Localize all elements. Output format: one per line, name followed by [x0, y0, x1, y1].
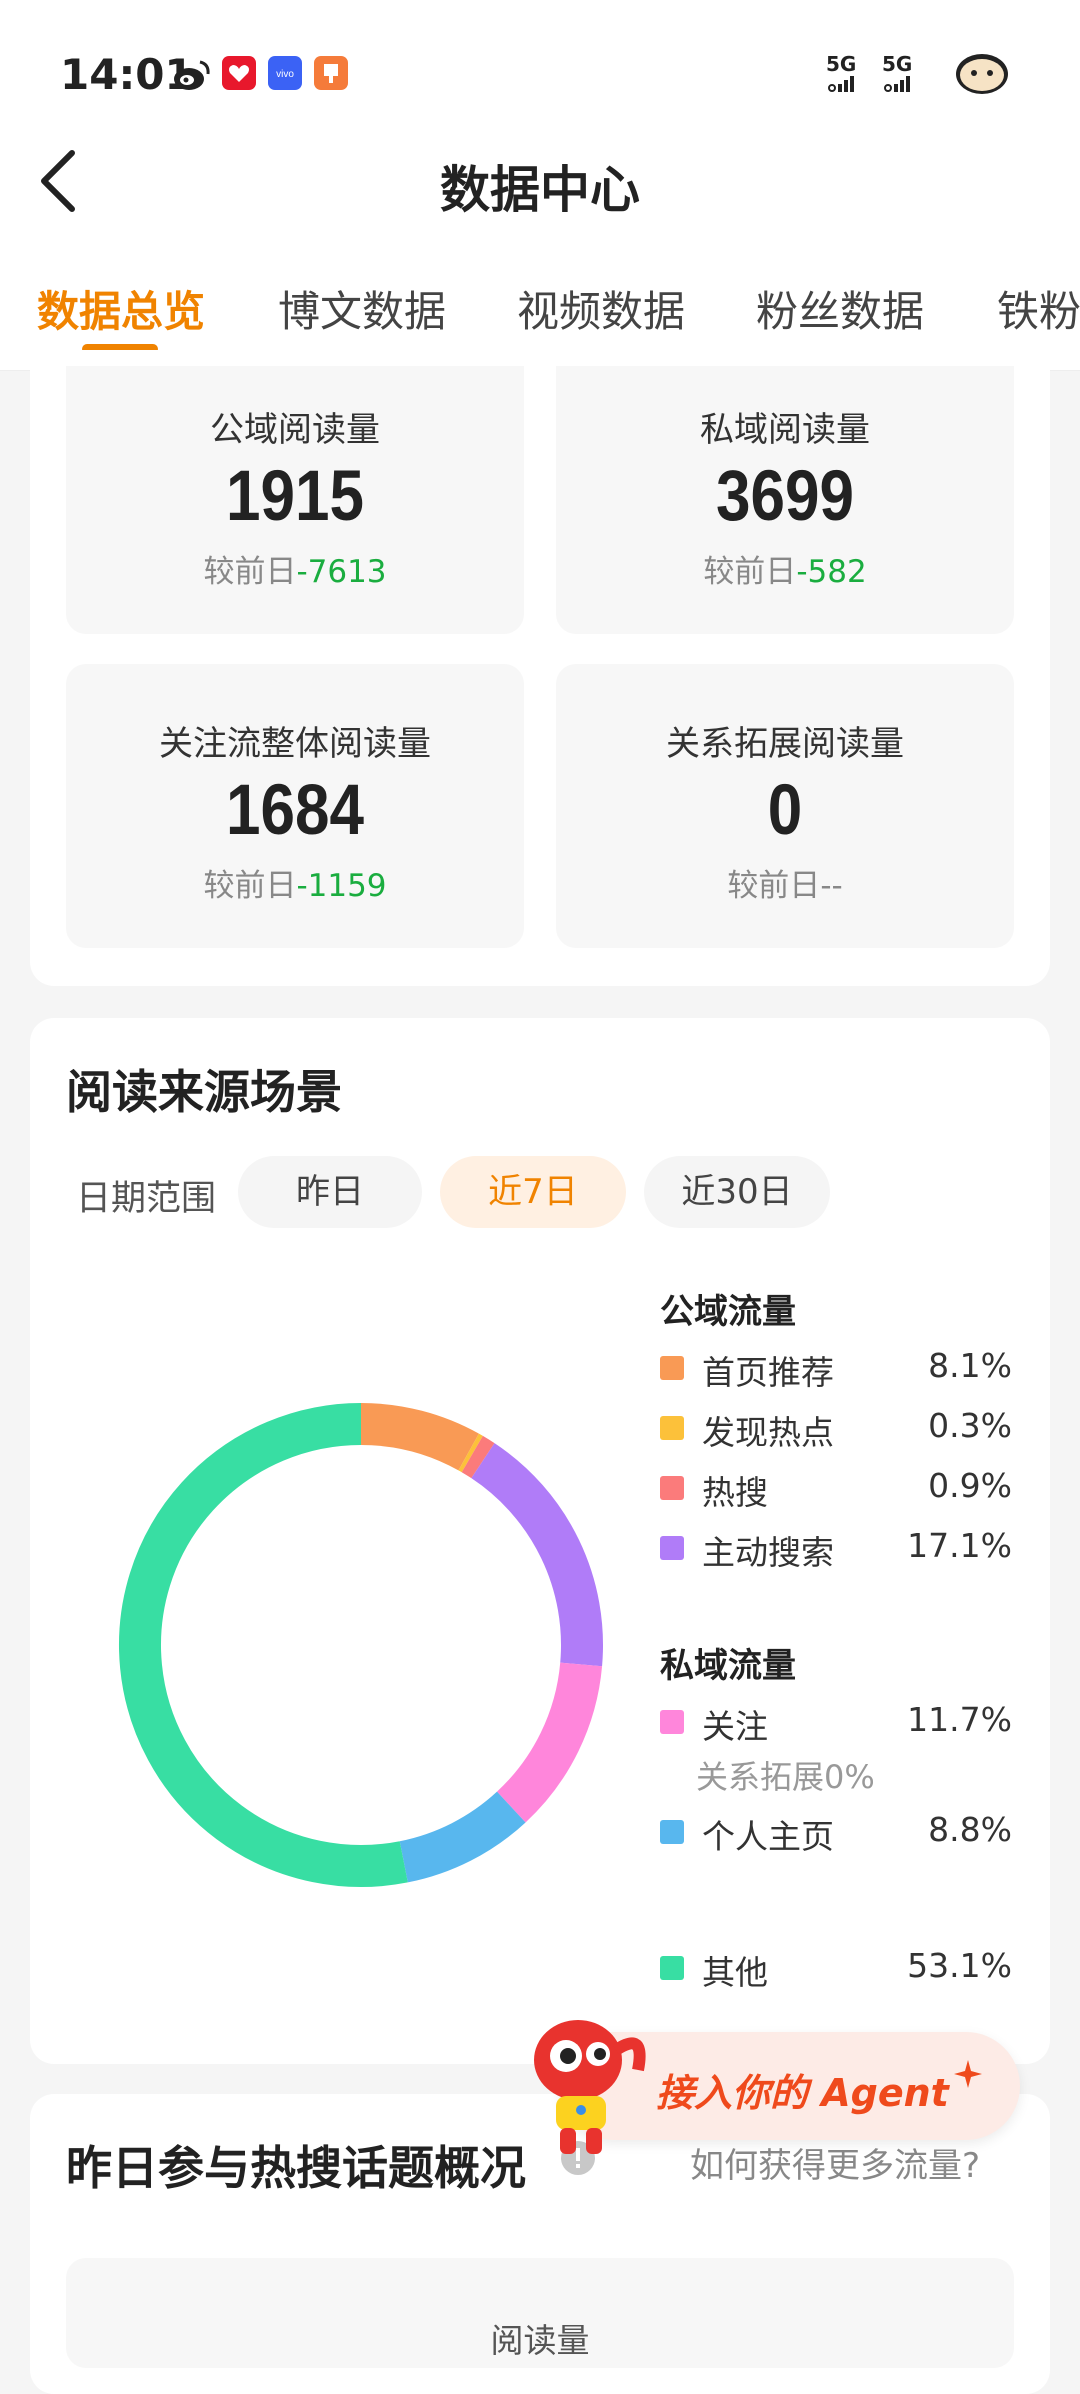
mascot-icon[interactable] — [516, 2010, 656, 2160]
donut-slice-3 — [471, 1443, 603, 1667]
legend-item-other: 其他 53.1% — [660, 1946, 1020, 1992]
legend-item-profile: 个人主页 8.8% — [660, 1810, 1020, 1856]
donut-slice-0 — [360, 1403, 479, 1471]
metric-value: 0 — [767, 770, 803, 851]
relation-expand-note: 关系拓展0% — [696, 1758, 875, 1796]
metric-card-private[interactable]: 私域阅读量 3699 较前日-582 — [556, 366, 1014, 634]
legend-group-public: 公域流量 — [660, 1292, 796, 1332]
svg-text:vivo: vivo — [276, 69, 294, 80]
donut-slice-5 — [399, 1791, 526, 1883]
metric-label: 私域阅读量 — [700, 410, 870, 450]
date-range-label: 日期范围 — [76, 1179, 217, 1219]
donut-slice-4 — [496, 1662, 603, 1823]
signal-5g-2: 5G — [882, 52, 913, 76]
legend-swatch — [660, 1536, 684, 1560]
legend-item-homepage: 首页推荐 8.1% — [660, 1346, 1020, 1392]
legend-item-hot-search: 热搜 0.9% — [660, 1466, 1020, 1512]
tab-video[interactable]: 视频数据 — [517, 278, 685, 339]
page-title: 数据中心 — [440, 161, 640, 219]
metric-compare: 较前日-582 — [703, 554, 867, 590]
legend-swatch — [660, 1416, 684, 1440]
section-title-read-source: 阅读来源场景 — [66, 1065, 342, 1119]
tab-posts[interactable]: 博文数据 — [278, 278, 446, 339]
section-title-hot-topics: 昨日参与热搜话题概况 — [66, 2141, 526, 2195]
avatar-mascot-icon — [956, 54, 1008, 94]
tab-fans[interactable]: 粉丝数据 — [756, 278, 924, 339]
metric-compare: 较前日-7613 — [203, 554, 387, 590]
legend-item-follow: 关注 11.7% — [660, 1700, 1020, 1746]
sparkle-icon — [954, 2060, 982, 2088]
legend-group-private: 私域流量 — [660, 1646, 796, 1686]
metric-label: 关注流整体阅读量 — [159, 724, 431, 764]
metric-card-relation[interactable]: 关系拓展阅读量 0 较前日-- — [556, 664, 1014, 948]
heart-app-icon — [222, 56, 256, 90]
donut-slice-6 — [119, 1403, 408, 1887]
legend-swatch — [660, 1956, 684, 1980]
metric-label: 公域阅读量 — [210, 410, 380, 450]
metric-value: 3699 — [716, 456, 854, 537]
tab-iron-fans[interactable]: 铁粉 — [997, 278, 1080, 339]
tab-overview[interactable]: 数据总览 — [37, 278, 205, 339]
range-chip-7days[interactable]: 近7日 — [440, 1156, 626, 1228]
legend-swatch — [660, 1820, 684, 1844]
metric-label: 关系拓展阅读量 — [666, 724, 904, 764]
metric-card-follow[interactable]: 关注流整体阅读量 1684 较前日-1159 — [66, 664, 524, 948]
metric-card-public[interactable]: 公域阅读量 1915 较前日-7613 — [66, 366, 524, 634]
range-chip-yesterday[interactable]: 昨日 — [238, 1156, 422, 1228]
legend-swatch — [660, 1476, 684, 1500]
read-count-label: 阅读量 — [490, 2321, 590, 2360]
donut-slice-2 — [461, 1435, 495, 1479]
donut-slice-1 — [458, 1433, 483, 1473]
legend-swatch — [660, 1710, 684, 1734]
metric-compare: 较前日-- — [727, 868, 843, 904]
legend-swatch — [660, 1356, 684, 1380]
signal-bars-icon — [828, 76, 910, 92]
read-source-donut-chart — [119, 1403, 603, 1887]
metric-compare: 较前日-1159 — [203, 868, 387, 904]
weibo-icon — [174, 60, 210, 90]
range-chip-30days[interactable]: 近30日 — [644, 1156, 830, 1228]
vivo-icon: vivo — [268, 56, 302, 90]
note-app-icon — [314, 56, 348, 90]
legend-item-discover: 发现热点 0.3% — [660, 1406, 1020, 1452]
agent-banner-text[interactable]: 接入你的 Agent — [656, 2062, 949, 2117]
more-traffic-link[interactable]: 如何获得更多流量? — [690, 2138, 980, 2187]
signal-5g-1: 5G — [826, 52, 857, 76]
metric-value: 1684 — [226, 770, 364, 851]
legend-item-active-search: 主动搜索 17.1% — [660, 1526, 1020, 1572]
metric-value: 1915 — [226, 456, 364, 537]
